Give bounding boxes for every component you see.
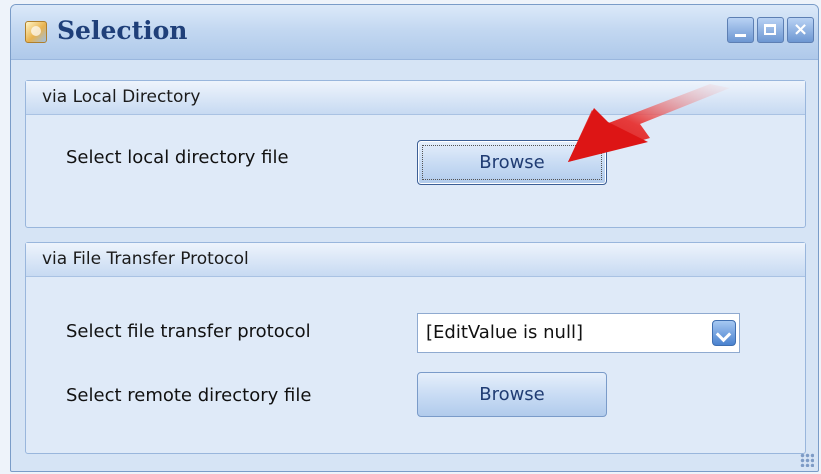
red-arrow-annotation bbox=[568, 84, 730, 162]
